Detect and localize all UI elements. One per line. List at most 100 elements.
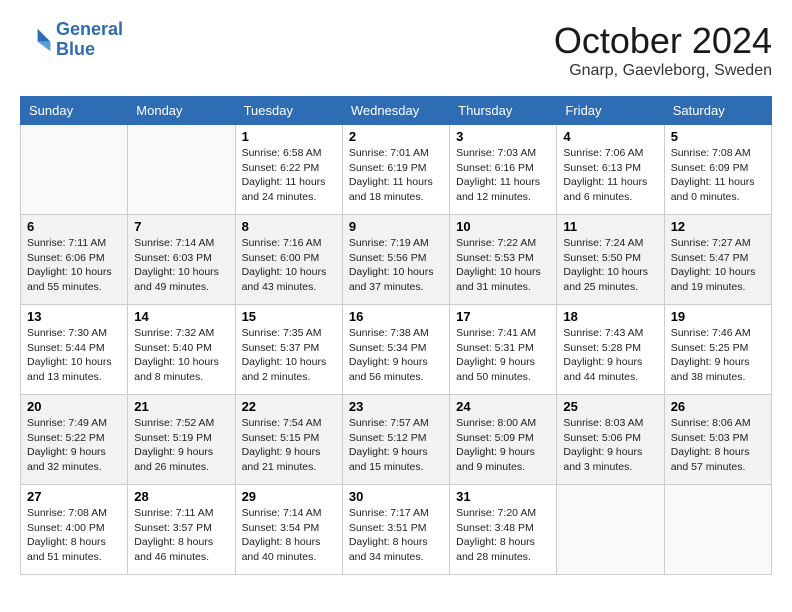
calendar-cell: 11Sunrise: 7:24 AMSunset: 5:50 PMDayligh… bbox=[557, 215, 664, 305]
day-number: 10 bbox=[456, 219, 550, 234]
calendar-cell: 15 Sunrise: 7:35 AMSunset: 5:37 PMDayligh… bbox=[235, 305, 342, 395]
day-info: Sunrise: 7:54 AMSunset: 5:15 PMDaylight:… bbox=[242, 416, 336, 475]
day-number: 19 bbox=[671, 309, 765, 324]
day-info: Sunrise: 7:22 AMSunset: 5:53 PMDaylight:… bbox=[456, 236, 550, 295]
day-info: Sunrise: 7:11 AMSunset: 6:06 PMDaylight:… bbox=[27, 236, 121, 295]
day-info: Sunrise: 7:30 AMSunset: 5:44 PMDaylight:… bbox=[27, 326, 121, 385]
day-info: Sunrise: 6:58 AMSunset: 6:22 PMDaylight:… bbox=[242, 146, 336, 205]
weekday-header: Friday bbox=[557, 97, 664, 125]
day-info: Sunrise: 7:43 AMSunset: 5:28 PMDaylight:… bbox=[563, 326, 657, 385]
weekday-header: Monday bbox=[128, 97, 235, 125]
day-number: 17 bbox=[456, 309, 550, 324]
logo-line1: General bbox=[56, 19, 123, 39]
weekday-header: Tuesday bbox=[235, 97, 342, 125]
calendar-cell bbox=[557, 485, 664, 575]
calendar-cell: 3Sunrise: 7:03 AMSunset: 6:16 PMDaylight… bbox=[450, 125, 557, 215]
calendar-cell: 5 Sunrise: 7:08 AMSunset: 6:09 PMDaylight… bbox=[664, 125, 771, 215]
day-info: Sunrise: 7:01 AMSunset: 6:19 PMDaylight:… bbox=[349, 146, 443, 205]
calendar-cell: 12Sunrise: 7:27 AMSunset: 5:47 PMDayligh… bbox=[664, 215, 771, 305]
calendar-week-row: 1 Sunrise: 6:58 AMSunset: 6:22 PMDaylight… bbox=[21, 125, 772, 215]
day-number: 13 bbox=[27, 309, 121, 324]
day-info: Sunrise: 7:14 AMSunset: 6:03 PMDaylight:… bbox=[134, 236, 228, 295]
calendar-cell: 25Sunrise: 8:03 AMSunset: 5:06 PMDayligh… bbox=[557, 395, 664, 485]
calendar-cell: 24Sunrise: 8:00 AMSunset: 5:09 PMDayligh… bbox=[450, 395, 557, 485]
calendar-cell: 13 Sunrise: 7:30 AMSunset: 5:44 PMDayligh… bbox=[21, 305, 128, 395]
day-info: Sunrise: 7:11 AMSunset: 3:57 PMDaylight:… bbox=[134, 506, 228, 565]
day-info: Sunrise: 7:08 AMSunset: 6:09 PMDaylight:… bbox=[671, 146, 765, 205]
day-number: 30 bbox=[349, 489, 443, 504]
day-info: Sunrise: 8:06 AMSunset: 5:03 PMDaylight:… bbox=[671, 416, 765, 475]
calendar-cell: 8Sunrise: 7:16 AMSunset: 6:00 PMDaylight… bbox=[235, 215, 342, 305]
calendar-cell: 22 Sunrise: 7:54 AMSunset: 5:15 PMDayligh… bbox=[235, 395, 342, 485]
day-number: 15 bbox=[242, 309, 336, 324]
day-info: Sunrise: 7:32 AMSunset: 5:40 PMDaylight:… bbox=[134, 326, 228, 385]
day-info: Sunrise: 7:19 AMSunset: 5:56 PMDaylight:… bbox=[349, 236, 443, 295]
day-info: Sunrise: 7:20 AMSunset: 3:48 PMDaylight:… bbox=[456, 506, 550, 565]
day-info: Sunrise: 7:14 AMSunset: 3:54 PMDaylight:… bbox=[242, 506, 336, 565]
logo-text: General Blue bbox=[56, 20, 123, 60]
day-number: 16 bbox=[349, 309, 443, 324]
calendar-cell: 19 Sunrise: 7:46 AMSunset: 5:25 PMDayligh… bbox=[664, 305, 771, 395]
day-info: Sunrise: 7:08 AMSunset: 4:00 PMDaylight:… bbox=[27, 506, 121, 565]
weekday-header-row: SundayMondayTuesdayWednesdayThursdayFrid… bbox=[21, 97, 772, 125]
day-info: Sunrise: 7:06 AMSunset: 6:13 PMDaylight:… bbox=[563, 146, 657, 205]
day-number: 22 bbox=[242, 399, 336, 414]
calendar-cell: 28 Sunrise: 7:11 AMSunset: 3:57 PMDayligh… bbox=[128, 485, 235, 575]
day-info: Sunrise: 7:38 AMSunset: 5:34 PMDaylight:… bbox=[349, 326, 443, 385]
calendar-cell: 16 Sunrise: 7:38 AMSunset: 5:34 PMDayligh… bbox=[342, 305, 449, 395]
day-number: 1 bbox=[242, 129, 336, 144]
day-number: 27 bbox=[27, 489, 121, 504]
calendar-week-row: 13 Sunrise: 7:30 AMSunset: 5:44 PMDayligh… bbox=[21, 305, 772, 395]
day-info: Sunrise: 7:46 AMSunset: 5:25 PMDaylight:… bbox=[671, 326, 765, 385]
title-block: October 2024 Gnarp, Gaevleborg, Sweden bbox=[554, 20, 772, 80]
day-info: Sunrise: 7:35 AMSunset: 5:37 PMDaylight:… bbox=[242, 326, 336, 385]
calendar-cell: 9 Sunrise: 7:19 AMSunset: 5:56 PMDaylight… bbox=[342, 215, 449, 305]
day-number: 8 bbox=[242, 219, 336, 234]
day-number: 26 bbox=[671, 399, 765, 414]
calendar-cell bbox=[664, 485, 771, 575]
day-number: 9 bbox=[349, 219, 443, 234]
day-number: 20 bbox=[27, 399, 121, 414]
calendar-cell: 6 Sunrise: 7:11 AMSunset: 6:06 PMDaylight… bbox=[21, 215, 128, 305]
location: Gnarp, Gaevleborg, Sweden bbox=[554, 62, 772, 80]
calendar-cell: 1 Sunrise: 6:58 AMSunset: 6:22 PMDaylight… bbox=[235, 125, 342, 215]
weekday-header: Wednesday bbox=[342, 97, 449, 125]
calendar-cell: 29 Sunrise: 7:14 AMSunset: 3:54 PMDayligh… bbox=[235, 485, 342, 575]
logo: General Blue bbox=[20, 20, 123, 60]
day-number: 6 bbox=[27, 219, 121, 234]
day-number: 31 bbox=[456, 489, 550, 504]
calendar-cell: 30 Sunrise: 7:17 AMSunset: 3:51 PMDayligh… bbox=[342, 485, 449, 575]
calendar-cell: 10 Sunrise: 7:22 AMSunset: 5:53 PMDayligh… bbox=[450, 215, 557, 305]
day-number: 28 bbox=[134, 489, 228, 504]
weekday-header: Sunday bbox=[21, 97, 128, 125]
calendar-cell: 23Sunrise: 7:57 AMSunset: 5:12 PMDayligh… bbox=[342, 395, 449, 485]
day-number: 7 bbox=[134, 219, 228, 234]
calendar-week-row: 6 Sunrise: 7:11 AMSunset: 6:06 PMDaylight… bbox=[21, 215, 772, 305]
weekday-header: Saturday bbox=[664, 97, 771, 125]
calendar-table: SundayMondayTuesdayWednesdayThursdayFrid… bbox=[20, 96, 772, 575]
calendar-cell: 31 Sunrise: 7:20 AMSunset: 3:48 PMDayligh… bbox=[450, 485, 557, 575]
calendar-cell: 2 Sunrise: 7:01 AMSunset: 6:19 PMDaylight… bbox=[342, 125, 449, 215]
day-number: 29 bbox=[242, 489, 336, 504]
calendar-cell bbox=[21, 125, 128, 215]
day-info: Sunrise: 8:03 AMSunset: 5:06 PMDaylight:… bbox=[563, 416, 657, 475]
calendar-cell bbox=[128, 125, 235, 215]
calendar-cell: 17 Sunrise: 7:41 AMSunset: 5:31 PMDayligh… bbox=[450, 305, 557, 395]
day-number: 18 bbox=[563, 309, 657, 324]
day-number: 11 bbox=[563, 219, 657, 234]
page-header: General Blue October 2024 Gnarp, Gaevleb… bbox=[20, 20, 772, 80]
day-info: Sunrise: 7:41 AMSunset: 5:31 PMDaylight:… bbox=[456, 326, 550, 385]
calendar-cell: 4 Sunrise: 7:06 AMSunset: 6:13 PMDaylight… bbox=[557, 125, 664, 215]
calendar-cell: 20Sunrise: 7:49 AMSunset: 5:22 PMDayligh… bbox=[21, 395, 128, 485]
logo-icon bbox=[20, 24, 52, 56]
day-number: 2 bbox=[349, 129, 443, 144]
day-info: Sunrise: 7:17 AMSunset: 3:51 PMDaylight:… bbox=[349, 506, 443, 565]
day-info: Sunrise: 8:00 AMSunset: 5:09 PMDaylight:… bbox=[456, 416, 550, 475]
day-number: 3 bbox=[456, 129, 550, 144]
day-number: 5 bbox=[671, 129, 765, 144]
logo-line2: Blue bbox=[56, 39, 95, 59]
calendar-week-row: 27 Sunrise: 7:08 AMSunset: 4:00 PMDayligh… bbox=[21, 485, 772, 575]
day-number: 4 bbox=[563, 129, 657, 144]
day-info: Sunrise: 7:27 AMSunset: 5:47 PMDaylight:… bbox=[671, 236, 765, 295]
calendar-cell: 7 Sunrise: 7:14 AMSunset: 6:03 PMDaylight… bbox=[128, 215, 235, 305]
